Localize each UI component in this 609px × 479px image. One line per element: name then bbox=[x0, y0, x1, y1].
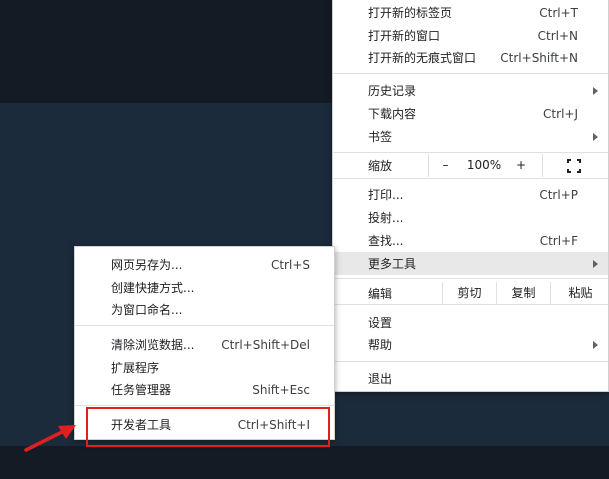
chevron-right-icon bbox=[593, 341, 598, 349]
menu-item-more-tools[interactable]: 更多工具 bbox=[333, 252, 608, 275]
menu-item-new-tab[interactable]: 打开新的标签页 Ctrl+T bbox=[333, 1, 608, 24]
menu-item-new-incognito[interactable]: 打开新的无痕式窗口 Ctrl+Shift+N bbox=[333, 46, 608, 69]
menu-edit-row: 编辑 剪切 复制 粘贴 bbox=[333, 282, 608, 305]
menu-item-label: 打开新的窗口 bbox=[368, 29, 441, 43]
submenu-item-save-page[interactable]: 网页另存为... Ctrl+S bbox=[75, 253, 334, 276]
menu-item-shortcut: Ctrl+J bbox=[543, 106, 578, 121]
submenu-item-clear-data[interactable]: 清除浏览数据... Ctrl+Shift+Del bbox=[75, 333, 334, 356]
menu-item-label: 打印... bbox=[368, 188, 404, 202]
zoom-in-button[interactable]: + bbox=[506, 154, 536, 177]
menu-item-label: 更多工具 bbox=[368, 257, 417, 271]
menu-item-label: 历史记录 bbox=[368, 84, 417, 98]
chevron-right-icon bbox=[593, 87, 598, 95]
zoom-label: 缩放 bbox=[368, 159, 393, 173]
menu-item-help[interactable]: 帮助 bbox=[333, 333, 608, 356]
menu-item-label: 退出 bbox=[368, 372, 393, 386]
menu-item-label: 帮助 bbox=[368, 338, 393, 352]
zoom-level-value: 100% bbox=[466, 158, 502, 172]
menu-divider bbox=[333, 73, 608, 74]
menu-item-history[interactable]: 历史记录 bbox=[333, 79, 608, 102]
menu-item-label: 任务管理器 bbox=[111, 383, 172, 397]
menu-item-shortcut: Ctrl+F bbox=[539, 233, 578, 248]
menu-item-label: 扩展程序 bbox=[111, 361, 160, 375]
edit-label: 编辑 bbox=[368, 287, 393, 301]
zoom-out-button[interactable]: – bbox=[428, 154, 462, 177]
menu-item-label: 书签 bbox=[368, 130, 393, 144]
menu-divider bbox=[75, 325, 334, 326]
menu-item-shortcut: Ctrl+T bbox=[539, 5, 578, 20]
fullscreen-icon bbox=[567, 159, 581, 173]
menu-item-label: 下载内容 bbox=[368, 107, 417, 121]
menu-item-label: 清除浏览数据... bbox=[111, 338, 195, 352]
menu-item-label: 创建快捷方式... bbox=[111, 281, 195, 295]
menu-divider bbox=[333, 278, 608, 279]
menu-item-cast[interactable]: 投射... bbox=[333, 206, 608, 229]
menu-item-shortcut: Ctrl+S bbox=[270, 257, 310, 272]
menu-item-label: 网页另存为... bbox=[111, 258, 183, 272]
menu-item-shortcut: Ctrl+Shift+Del bbox=[221, 337, 310, 352]
menu-item-downloads[interactable]: 下载内容 Ctrl+J bbox=[333, 102, 608, 125]
menu-divider bbox=[333, 304, 608, 305]
menu-divider bbox=[75, 405, 334, 406]
menu-item-find[interactable]: 查找... Ctrl+F bbox=[333, 229, 608, 252]
menu-divider bbox=[333, 178, 608, 179]
copy-button[interactable]: 复制 bbox=[496, 282, 550, 305]
submenu-item-name-window[interactable]: 为窗口命名... bbox=[75, 298, 334, 321]
menu-item-print[interactable]: 打印... Ctrl+P bbox=[333, 183, 608, 206]
submenu-item-create-shortcut[interactable]: 创建快捷方式... bbox=[75, 276, 334, 299]
paste-button[interactable]: 粘贴 bbox=[550, 282, 609, 305]
menu-item-shortcut: Ctrl+Shift+N bbox=[500, 50, 578, 65]
chevron-right-icon bbox=[593, 260, 598, 268]
chevron-right-icon bbox=[593, 133, 598, 141]
menu-item-label: 设置 bbox=[368, 316, 393, 330]
submenu-item-task-manager[interactable]: 任务管理器 Shift+Esc bbox=[75, 378, 334, 401]
menu-zoom-row: 缩放 – 100% + bbox=[333, 154, 608, 177]
menu-item-shortcut: Shift+Esc bbox=[252, 382, 310, 397]
menu-item-label: 打开新的标签页 bbox=[368, 6, 453, 20]
pointer-arrow-icon bbox=[24, 425, 76, 452]
menu-item-new-window[interactable]: 打开新的窗口 Ctrl+N bbox=[333, 24, 608, 47]
page-bottom-area bbox=[0, 446, 609, 479]
menu-item-shortcut: Ctrl+N bbox=[537, 28, 578, 43]
cut-button[interactable]: 剪切 bbox=[442, 282, 496, 305]
menu-item-label: 投射... bbox=[368, 211, 404, 225]
annotation-highlight-box bbox=[86, 407, 330, 447]
menu-item-settings[interactable]: 设置 bbox=[333, 311, 608, 334]
menu-divider bbox=[333, 361, 608, 362]
menu-item-shortcut: Ctrl+P bbox=[539, 187, 578, 202]
menu-item-label: 为窗口命名... bbox=[111, 303, 183, 317]
menu-item-exit[interactable]: 退出 bbox=[333, 367, 608, 390]
submenu-item-extensions[interactable]: 扩展程序 bbox=[75, 356, 334, 379]
menu-item-bookmarks[interactable]: 书签 bbox=[333, 125, 608, 148]
menu-divider bbox=[333, 152, 608, 153]
menu-item-label: 打开新的无痕式窗口 bbox=[368, 51, 477, 65]
menu-item-label: 查找... bbox=[368, 234, 404, 248]
chrome-main-menu: 打开新的标签页 Ctrl+T 打开新的窗口 Ctrl+N 打开新的无痕式窗口 C… bbox=[332, 0, 609, 392]
